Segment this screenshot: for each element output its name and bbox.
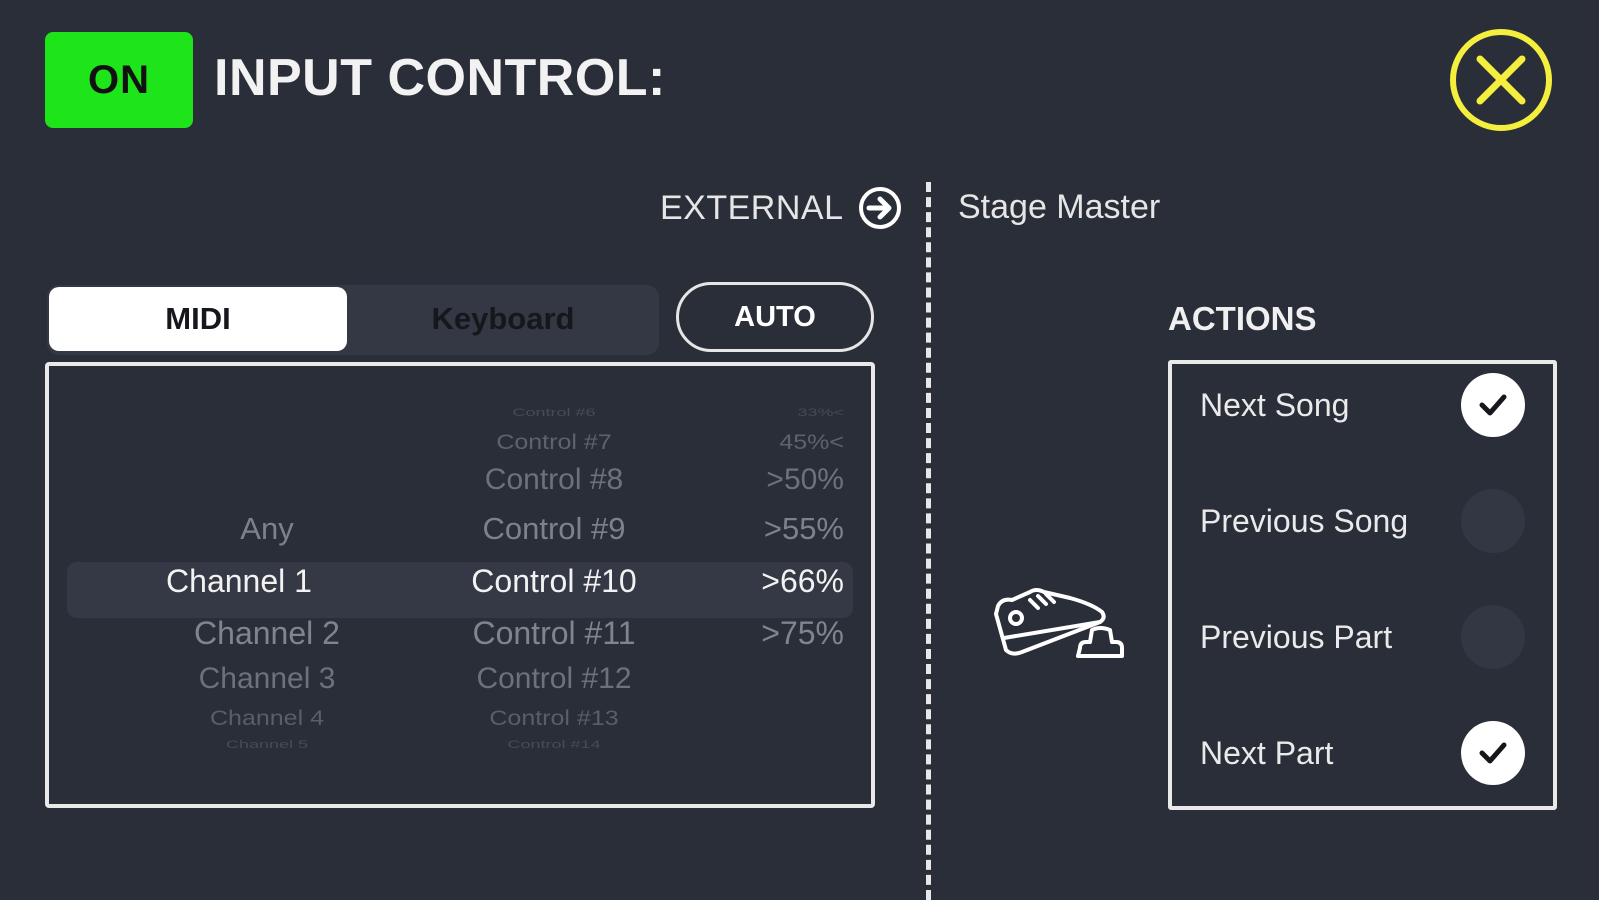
picker-item-selected[interactable]: >66% [644,563,844,600]
auto-button[interactable]: AUTO [676,282,874,352]
device-name: Stage Master [958,188,1161,226]
checkbox-checked[interactable] [1461,721,1525,785]
action-row-next-song[interactable]: Next Song [1200,370,1525,440]
checkmark-icon [1479,742,1507,764]
picker-item[interactable]: >55% [644,511,844,547]
input-type-segmented-control: MIDI Keyboard [47,285,659,355]
picker-item[interactable]: >50% [644,463,844,497]
on-toggle[interactable]: ON [45,32,193,128]
action-label: Previous Song [1200,502,1409,539]
arrow-right-circle-icon [858,187,901,229]
checkbox-unchecked[interactable] [1461,489,1525,553]
input-control-panel: ON INPUT CONTROL: EXTERNAL Stage Master … [0,0,1599,900]
midi-picker-wheel[interactable]: Any Channel 1 Channel 2 Channel 3 Channe… [45,362,875,808]
actions-list: Next Song Previous Song Previous Part Ne… [1168,360,1557,810]
external-label: EXTERNAL [660,188,844,227]
external-direction[interactable]: EXTERNAL [660,186,902,230]
action-row-previous-part[interactable]: Previous Part [1200,602,1525,672]
action-label: Next Part [1200,734,1334,771]
close-icon[interactable] [1447,26,1555,134]
picker-item[interactable]: 45%< [644,430,844,455]
picker-item[interactable]: 33%< [644,406,844,419]
section-divider [926,182,931,900]
action-row-previous-song[interactable]: Previous Song [1200,486,1525,556]
checkmark-icon [1479,394,1507,416]
checkbox-checked[interactable] [1461,373,1525,437]
page-title: INPUT CONTROL: [214,49,666,107]
action-label: Previous Part [1200,618,1393,655]
actions-heading: ACTIONS [1168,300,1317,337]
picker-column-threshold[interactable]: 33%< 45%< >50% >55% >66% >75% [49,366,871,804]
segment-midi[interactable]: MIDI [49,287,347,351]
action-row-next-part[interactable]: Next Part [1200,718,1525,788]
action-label: Next Song [1200,386,1350,423]
segment-keyboard[interactable]: Keyboard [353,287,653,351]
picker-item[interactable]: >75% [644,615,844,652]
checkbox-unchecked[interactable] [1461,605,1525,669]
footswitch-sneaker-icon [994,588,1124,658]
